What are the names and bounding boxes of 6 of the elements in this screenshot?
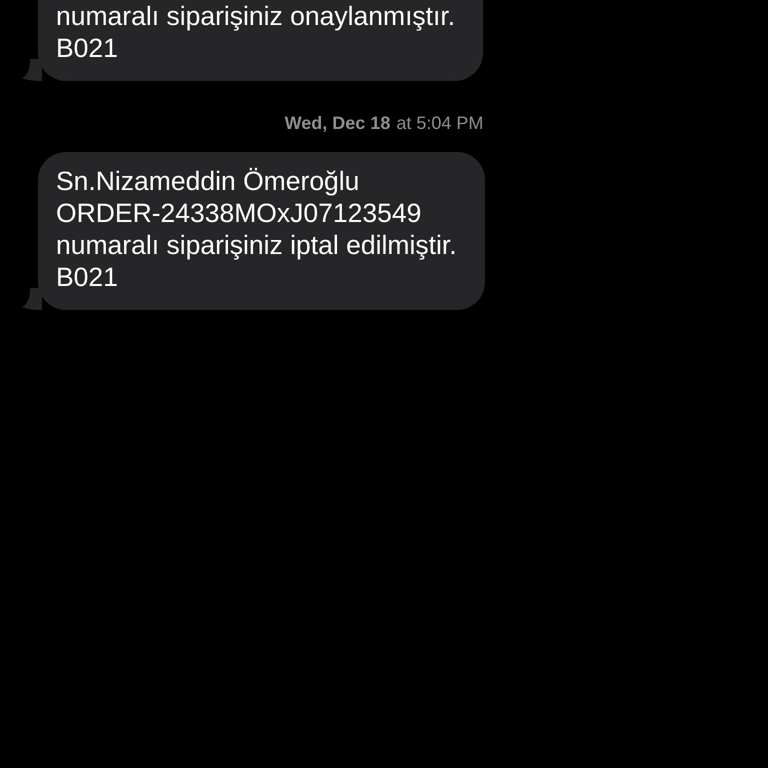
message-bubble: Sn.Nizameddin Ömeroğlu ORDER-24338MOxJ07123549 numaralı siparişiniz iptal edilmiştir. B021 bbox=[38, 152, 485, 310]
timestamp-date: Wed, Dec 18 bbox=[284, 113, 390, 134]
bubble-tail bbox=[22, 59, 42, 81]
message-bubble: numaralı siparişiniz onaylanmıştır. B021 bbox=[38, 0, 484, 81]
timestamp-time: at 5:04 PM bbox=[396, 113, 484, 134]
bubble-tail bbox=[22, 288, 42, 310]
